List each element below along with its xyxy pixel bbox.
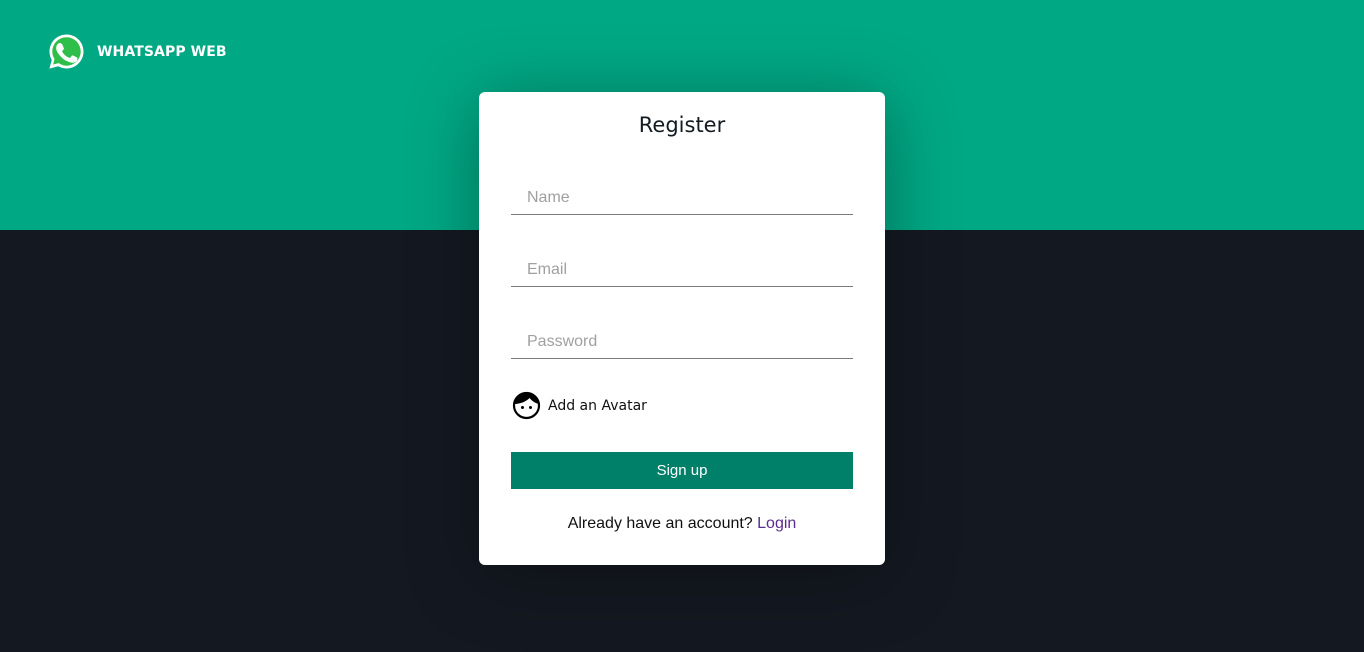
register-card: Register Add an Avatar Sign up Already h…: [479, 92, 885, 565]
brand: WHATSAPP WEB: [46, 31, 227, 72]
login-link[interactable]: Login: [757, 515, 796, 532]
login-prompt-text: Already have an account?: [567, 515, 758, 532]
brand-title: WHATSAPP WEB: [97, 43, 227, 60]
name-input[interactable]: [511, 181, 853, 215]
register-page: WHATSAPP WEB Register Add an Avatar Sign…: [0, 0, 1364, 652]
page-title: Register: [638, 113, 726, 137]
add-avatar-label: Add an Avatar: [548, 397, 647, 414]
email-input[interactable]: [511, 253, 853, 287]
sign-up-button[interactable]: Sign up: [511, 452, 853, 489]
login-prompt: Already have an account? Login: [479, 515, 885, 533]
add-avatar-button[interactable]: Add an Avatar: [512, 391, 647, 420]
avatar-face-icon: [512, 391, 541, 420]
password-input[interactable]: [511, 325, 853, 359]
whatsapp-logo-icon: [49, 34, 84, 69]
